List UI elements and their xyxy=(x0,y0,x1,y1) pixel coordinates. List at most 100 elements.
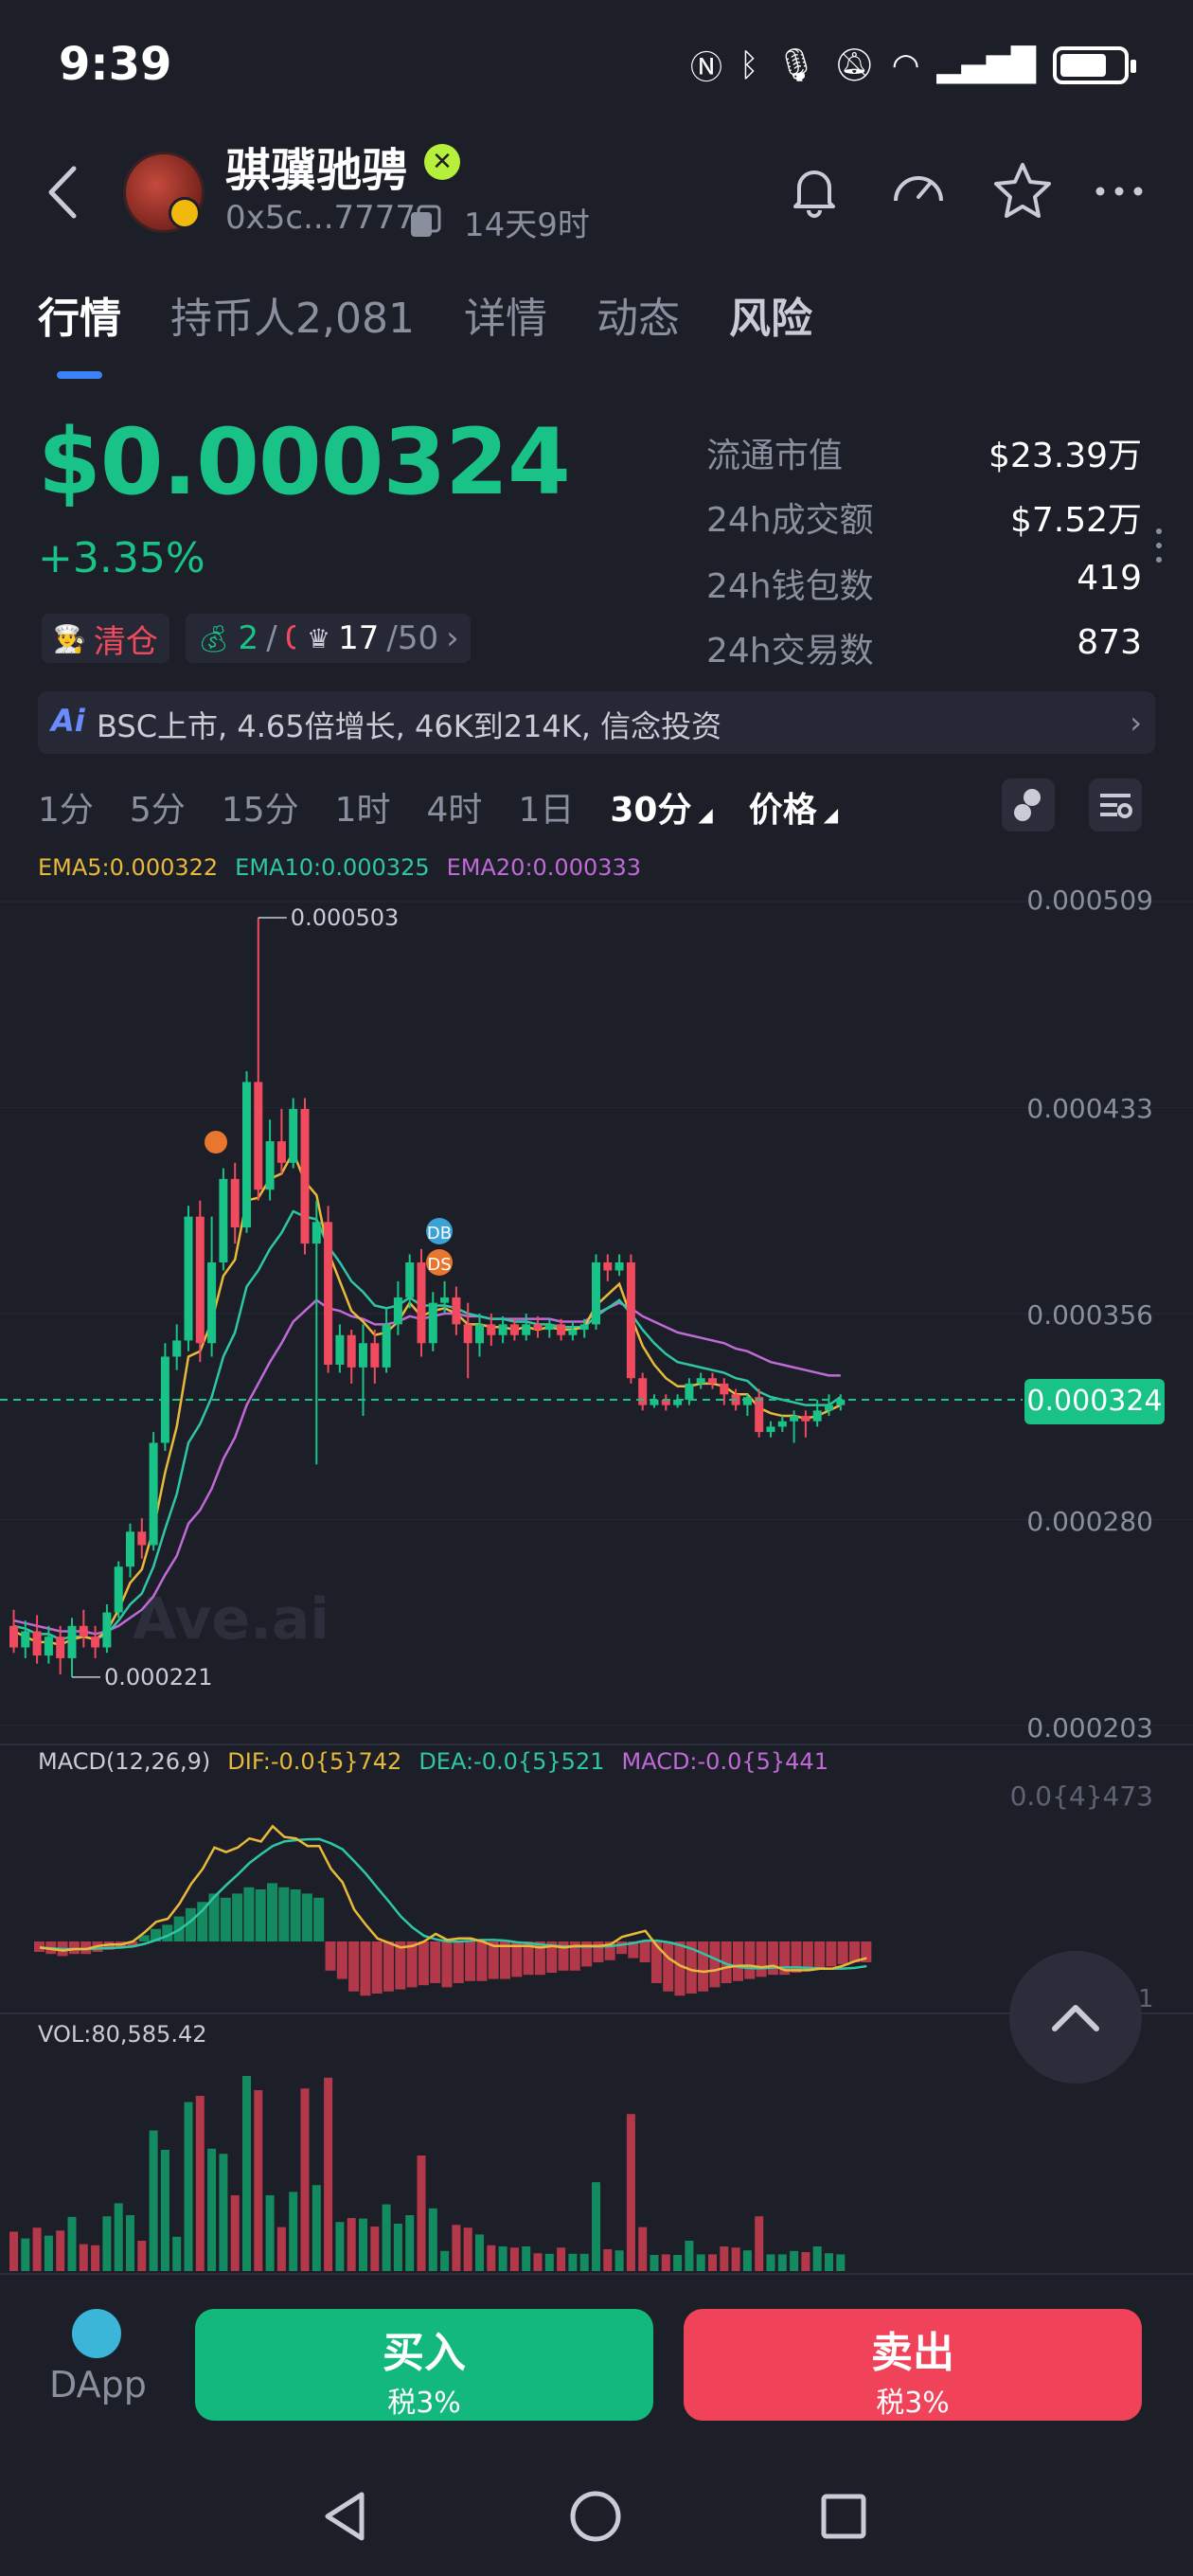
high-price-label: 0.000503 xyxy=(291,904,400,931)
candle-body xyxy=(91,1637,100,1648)
volume-panel xyxy=(9,2076,846,2271)
volume-bar xyxy=(509,2247,519,2271)
candle-body xyxy=(207,1261,217,1344)
candle-body xyxy=(626,1261,635,1379)
tab-activity[interactable]: 动态 xyxy=(596,284,680,345)
mic-icon: 🎙︎ xyxy=(775,45,817,84)
candle-body xyxy=(452,1297,461,1325)
macd-bar xyxy=(837,1941,848,1965)
more-icon[interactable] xyxy=(1087,159,1151,224)
nfc-icon: Ⓝ xyxy=(689,49,722,87)
nav-recents-icon[interactable] xyxy=(810,2483,877,2549)
tf-1m[interactable]: 1分 xyxy=(38,782,94,832)
token-address: 0x5c...7777 xyxy=(225,199,417,237)
tf-30m-dropdown[interactable]: 30分 ◢ xyxy=(610,782,712,832)
macd-bar xyxy=(639,1941,650,1962)
buy-button[interactable]: 买入 税3% xyxy=(195,2309,653,2421)
price-mode-dropdown[interactable]: 价格 ◢ xyxy=(749,782,838,832)
sell-tax: 税3% xyxy=(876,2387,950,2420)
macd-bar xyxy=(826,1941,837,1967)
signal-icon: ▂▄▆█ xyxy=(936,45,1036,84)
macd-bar xyxy=(395,1941,406,1990)
scroll-top-button[interactable] xyxy=(1009,1951,1142,2084)
volume-bar xyxy=(114,2203,123,2271)
chef-icon: 👨‍🍳 xyxy=(53,622,86,654)
tab-market[interactable]: 行情 xyxy=(38,284,121,345)
stat-label-market-cap: 流通市值 xyxy=(706,437,844,475)
volume-bar xyxy=(172,2236,182,2271)
gauge-icon[interactable] xyxy=(886,159,951,224)
chevron-right-icon: › xyxy=(1130,705,1142,741)
ave-watermark: Ave.ai xyxy=(133,1586,329,1653)
volume-bar xyxy=(533,2253,543,2271)
candle-body xyxy=(825,1404,833,1411)
volume-bar xyxy=(102,2216,112,2271)
macd-bar xyxy=(406,1941,418,1988)
tab-holders[interactable]: 持币人2,081 xyxy=(170,284,415,345)
candle-body xyxy=(475,1324,484,1344)
tf-5m[interactable]: 5分 xyxy=(130,782,186,832)
star-icon[interactable] xyxy=(990,159,1055,224)
back-arrow-icon[interactable] xyxy=(38,159,91,225)
candle-body xyxy=(603,1261,613,1271)
volume-bar xyxy=(324,2077,333,2271)
macd-bar xyxy=(418,1941,429,1986)
dapp-icon[interactable] xyxy=(72,2309,121,2358)
nav-home-icon[interactable] xyxy=(562,2483,629,2549)
macd-bar xyxy=(232,1893,243,1941)
tf-4h[interactable]: 4时 xyxy=(427,782,483,832)
dapp-label[interactable]: DApp xyxy=(49,2364,147,2406)
macd-axis-label: 0.0{4}473 xyxy=(1009,1780,1153,1812)
status-icons: Ⓝ ᛒ 🎙︎ 🔕︎ ◠ ▂▄▆█ xyxy=(689,42,1136,88)
tab-risk[interactable]: 风险 xyxy=(729,284,812,345)
ema5-label: EMA5:0.000322 xyxy=(38,854,219,881)
ai-summary-banner[interactable]: Ai BSC上市, 4.65倍增长, 46K到214K, 信念投资 › xyxy=(38,691,1155,754)
candle-body xyxy=(300,1108,310,1244)
volume-bar xyxy=(742,2250,752,2271)
volume-bar xyxy=(347,2218,356,2271)
volume-bar xyxy=(417,2156,426,2271)
candle-body xyxy=(533,1324,543,1331)
macd-bar xyxy=(68,1941,80,1955)
macd-bar xyxy=(325,1941,336,1971)
clear-badge[interactable]: 👨‍🍳 清仓 xyxy=(42,614,169,663)
volume-bar xyxy=(626,2114,635,2271)
ai-logo-icon: Ai xyxy=(51,703,85,739)
crown-icon: ♛ xyxy=(307,622,331,654)
macd-bar xyxy=(709,1941,721,1988)
candle-body xyxy=(696,1378,705,1384)
candle-body xyxy=(370,1343,380,1368)
token-age: 14天9时 xyxy=(464,206,590,244)
timeframe-selector: 1分 5分 15分 1时 4时 1日 30分 ◢ 价格 ◢ xyxy=(38,782,838,832)
top-holders-badge[interactable]: ♛ 17/50 › xyxy=(295,614,471,663)
chart-settings-button[interactable] xyxy=(1089,778,1142,832)
bell-icon[interactable] xyxy=(782,159,846,224)
macd-bar xyxy=(453,1941,464,1983)
macd-bar xyxy=(301,1893,312,1941)
tf-1h[interactable]: 1时 xyxy=(335,782,391,832)
copy-icon[interactable] xyxy=(409,205,441,239)
tf-15m[interactable]: 15分 xyxy=(222,782,299,832)
volume-bar xyxy=(335,2222,345,2271)
candles xyxy=(9,917,846,1678)
stat-label-volume: 24h成交额 xyxy=(706,501,874,540)
tf-1d[interactable]: 1日 xyxy=(518,782,574,832)
indicator-settings-button[interactable] xyxy=(1002,778,1055,832)
battery-icon xyxy=(1053,45,1136,84)
sell-button[interactable]: 卖出 税3% xyxy=(684,2309,1142,2421)
volume-bar xyxy=(522,2246,531,2271)
nav-back-icon[interactable] xyxy=(314,2483,381,2549)
stat-value-trades: 873 xyxy=(1077,623,1142,662)
stat-value-market-cap: $23.39万 xyxy=(988,437,1142,475)
candle-body xyxy=(56,1637,65,1658)
db-marker-text: DB xyxy=(427,1224,452,1243)
tab-details[interactable]: 详情 xyxy=(464,284,547,345)
vertical-more-icon[interactable] xyxy=(1155,527,1163,564)
candle-body xyxy=(790,1416,799,1422)
candle-body xyxy=(67,1625,77,1658)
y-axis-label: 0.000280 xyxy=(1026,1506,1153,1537)
y-axis-label: 0.000509 xyxy=(1026,885,1153,916)
stat-value-wallets: 419 xyxy=(1077,559,1142,598)
candle-body xyxy=(440,1297,450,1303)
macd-bar xyxy=(802,1941,813,1971)
